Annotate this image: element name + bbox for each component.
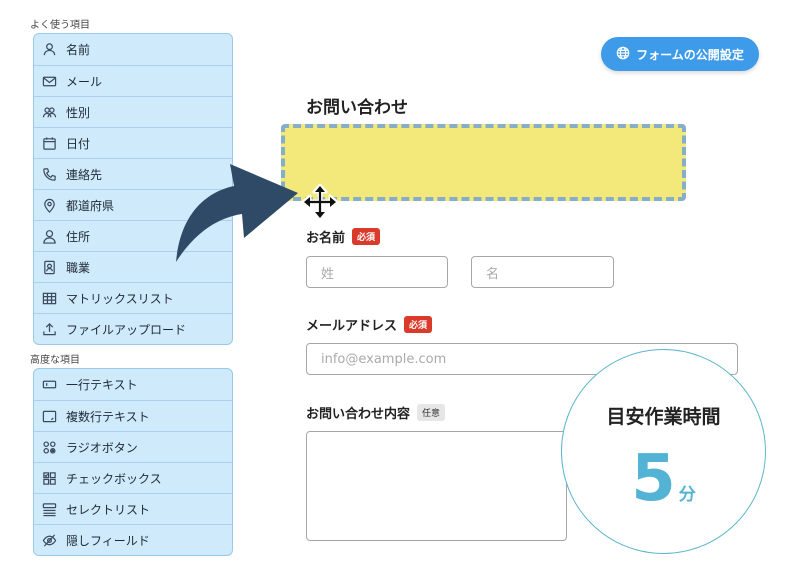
publish-settings-button[interactable]: フォームの公開設定 [601,37,759,71]
estimated-time-badge: 目安作業時間 5分 [561,349,766,554]
table-icon [41,290,57,306]
sidebar-item-label: マトリックスリスト [66,291,174,306]
sidebar-item-label: 名前 [66,43,91,57]
checkbox-icon [41,470,57,486]
sidebar-item-label: 性別 [66,105,91,120]
last-name-placeholder: 姓 [321,266,335,282]
sidebar-item-label: ファイルアップロード [66,322,187,337]
map-pin-icon [41,197,57,213]
upload-icon [41,321,57,337]
sidebar-item-common-2[interactable]: 性別 [34,96,232,127]
multi-line-text-icon [41,408,57,424]
name-label-text: お名前 [306,231,346,246]
people-icon [41,104,57,120]
sidebar-item-label: 隠しフィールド [66,533,150,548]
sidebar-item-label: 住所 [66,229,91,244]
sidebar-item-common-8[interactable]: マトリックスリスト [34,282,232,313]
email-label-text: メールアドレス [306,319,398,334]
publish-settings-label: フォームの公開設定 [636,47,744,62]
sidebar-item-label: 複数行テキスト [66,409,150,424]
required-badge: 必須 [352,228,381,245]
sidebar-item-advanced-4[interactable]: セレクトリスト [34,493,232,524]
sidebar-item-label: 連絡先 [66,167,103,182]
estimated-time-label: 目安作業時間 [606,406,721,428]
single-line-text-icon [41,377,57,393]
sidebar-item-advanced-3[interactable]: チェックボックス [34,462,232,493]
sidebar-item-common-1[interactable]: メール [34,65,232,96]
sidebar-item-advanced-2[interactable]: ラジオボタン [34,431,232,462]
required-badge: 必須 [404,316,433,333]
drop-zone[interactable] [281,124,686,201]
email-placeholder: info@example.com [321,351,447,367]
sidebar-item-advanced-5[interactable]: 隠しフィールド [34,524,232,555]
envelope-icon [41,73,57,89]
advanced-items-heading: 高度な項目 [30,355,80,366]
person-outline-icon [41,228,57,244]
inquiry-label-text: お問い合わせ内容 [306,407,411,422]
sidebar-item-common-9[interactable]: ファイルアップロード [34,313,232,344]
inquiry-field-label: お問い合わせ内容 任意 [306,403,446,422]
name-field-label: お名前 必須 [306,227,381,246]
optional-badge: 任意 [417,404,446,421]
move-cursor-icon [302,184,338,220]
advanced-items-list: 一行テキスト 複数行テキスト ラジオボタンチェックボックス セレクトリスト 隠しフィール… [33,368,233,556]
sidebar-item-label: 日付 [66,136,91,151]
common-items-heading: よく使う項目 [30,20,90,31]
sidebar-item-label: ラジオボタン [66,440,138,455]
estimated-time-unit: 分 [678,485,696,505]
first-name-input[interactable]: 名 [471,256,614,288]
eye-slash-icon [41,532,57,548]
sidebar-item-label: メール [66,74,103,89]
person-icon [41,42,57,58]
radio-button-icon [41,439,57,455]
sidebar-item-label: チェックボックス [66,471,162,486]
first-name-placeholder: 名 [486,266,500,282]
last-name-input[interactable]: 姓 [306,256,448,288]
sidebar-item-advanced-1[interactable]: 複数行テキスト [34,400,232,431]
calendar-icon [41,135,57,151]
inquiry-textarea[interactable] [306,431,567,541]
sidebar-item-advanced-0[interactable]: 一行テキスト [34,369,232,400]
select-list-icon [41,501,57,517]
sidebar-item-common-0[interactable]: 名前 [34,34,232,65]
sidebar-item-label: セレクトリスト [66,502,151,517]
globe-icon [616,46,630,63]
email-field-label: メールアドレス 必須 [306,315,433,334]
form-title[interactable]: お問い合わせ [306,93,408,118]
estimated-time-value: 5分 [562,442,765,516]
id-card-icon [41,259,57,275]
sidebar-item-label: 一行テキスト [66,378,138,392]
sidebar-item-label: 都道府県 [66,198,115,213]
estimated-time-number: 5 [631,442,676,516]
phone-icon [41,166,57,182]
drag-arrow-icon [176,164,298,262]
sidebar-item-label: 職業 [66,260,91,275]
